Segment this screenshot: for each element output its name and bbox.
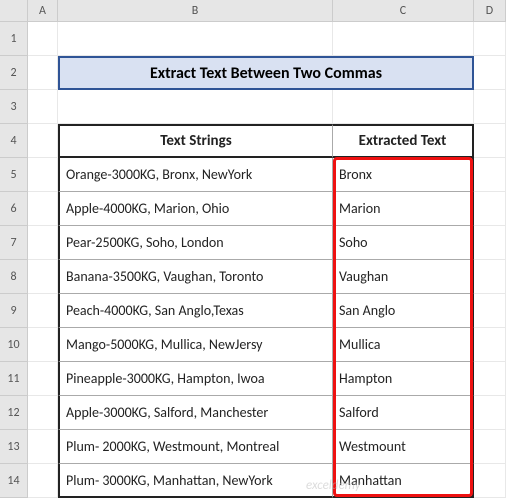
row-header-10[interactable]: 10 — [0, 328, 28, 362]
cell-D4[interactable] — [474, 124, 506, 158]
cell-D14[interactable] — [474, 464, 506, 498]
cell-extracted-14[interactable]: Manhattan — [333, 464, 474, 498]
cell-A12[interactable] — [28, 396, 58, 430]
corner-cell — [0, 0, 28, 22]
row-header-3[interactable]: 3 — [0, 90, 28, 124]
cell-A9[interactable] — [28, 294, 58, 328]
spreadsheet-grid[interactable]: ABCD 12 Extract Text Between Two Commas 34T… — [0, 0, 506, 498]
row-header-9[interactable]: 9 — [0, 294, 28, 328]
cell-D5[interactable] — [474, 158, 506, 192]
cell-text-12[interactable]: Apple-3000KG, Salford, Manchester — [58, 396, 333, 430]
row-header-7[interactable]: 7 — [0, 226, 28, 260]
cell-extracted-7[interactable]: Soho — [333, 226, 474, 260]
row-header-4[interactable]: 4 — [0, 124, 28, 158]
cell-text-11[interactable]: Pineapple-3000KG, Hampton, Iwoa — [58, 362, 333, 396]
row-header-12[interactable]: 12 — [0, 396, 28, 430]
cell-text-6[interactable]: Apple-4000KG, Marion, Ohio — [58, 192, 333, 226]
cell-A2[interactable] — [28, 56, 58, 90]
col-header-C[interactable]: C — [333, 0, 474, 22]
cell-extracted-10[interactable]: Mullica — [333, 328, 474, 362]
cell-D13[interactable] — [474, 430, 506, 464]
col-header-D[interactable]: D — [474, 0, 506, 22]
cell-text-9[interactable]: Peach-4000KG, San Anglo,Texas — [58, 294, 333, 328]
cell-text-14[interactable]: Plum- 3000KG, Manhattan, NewYork — [58, 464, 333, 498]
cell-C3[interactable] — [333, 90, 474, 124]
cell-A5[interactable] — [28, 158, 58, 192]
cell-text-10[interactable]: Mango-5000KG, Mullica, NewJersy — [58, 328, 333, 362]
cell-C1[interactable] — [333, 22, 474, 56]
cell-A1[interactable] — [28, 22, 58, 56]
header-text-strings: Text Strings — [58, 124, 333, 158]
title-cell: Extract Text Between Two Commas — [58, 56, 474, 90]
row-header-14[interactable]: 14 — [0, 464, 28, 498]
cell-extracted-6[interactable]: Marion — [333, 192, 474, 226]
row-header-1[interactable]: 1 — [0, 22, 28, 56]
cell-D2[interactable] — [474, 56, 506, 90]
cell-A13[interactable] — [28, 430, 58, 464]
col-header-B[interactable]: B — [58, 0, 333, 22]
cell-A6[interactable] — [28, 192, 58, 226]
cell-A14[interactable] — [28, 464, 58, 498]
row-header-13[interactable]: 13 — [0, 430, 28, 464]
cell-A4[interactable] — [28, 124, 58, 158]
row-header-5[interactable]: 5 — [0, 158, 28, 192]
row-header-11[interactable]: 11 — [0, 362, 28, 396]
cell-D1[interactable] — [474, 22, 506, 56]
row-header-8[interactable]: 8 — [0, 260, 28, 294]
cell-D8[interactable] — [474, 260, 506, 294]
cell-B1[interactable] — [58, 22, 333, 56]
col-header-A[interactable]: A — [28, 0, 58, 22]
cell-extracted-11[interactable]: Hampton — [333, 362, 474, 396]
header-extracted-text: Extracted Text — [333, 124, 474, 158]
cell-extracted-12[interactable]: Salford — [333, 396, 474, 430]
cell-D10[interactable] — [474, 328, 506, 362]
cell-extracted-5[interactable]: Bronx — [333, 158, 474, 192]
row-header-2[interactable]: 2 — [0, 56, 28, 90]
cell-D11[interactable] — [474, 362, 506, 396]
cell-text-5[interactable]: Orange-3000KG, Bronx, NewYork — [58, 158, 333, 192]
cell-D12[interactable] — [474, 396, 506, 430]
cell-D3[interactable] — [474, 90, 506, 124]
cell-D6[interactable] — [474, 192, 506, 226]
cell-text-13[interactable]: Plum- 2000KG, Westmount, Montreal — [58, 430, 333, 464]
cell-A10[interactable] — [28, 328, 58, 362]
cell-text-8[interactable]: Banana-3500KG, Vaughan, Toronto — [58, 260, 333, 294]
cell-B3[interactable] — [58, 90, 333, 124]
cell-A8[interactable] — [28, 260, 58, 294]
cell-extracted-9[interactable]: San Anglo — [333, 294, 474, 328]
cell-A11[interactable] — [28, 362, 58, 396]
cell-extracted-13[interactable]: Westmount — [333, 430, 474, 464]
cell-D7[interactable] — [474, 226, 506, 260]
row-header-6[interactable]: 6 — [0, 192, 28, 226]
cell-text-7[interactable]: Pear-2500KG, Soho, London — [58, 226, 333, 260]
cell-D9[interactable] — [474, 294, 506, 328]
cell-A3[interactable] — [28, 90, 58, 124]
cell-extracted-8[interactable]: Vaughan — [333, 260, 474, 294]
cell-A7[interactable] — [28, 226, 58, 260]
